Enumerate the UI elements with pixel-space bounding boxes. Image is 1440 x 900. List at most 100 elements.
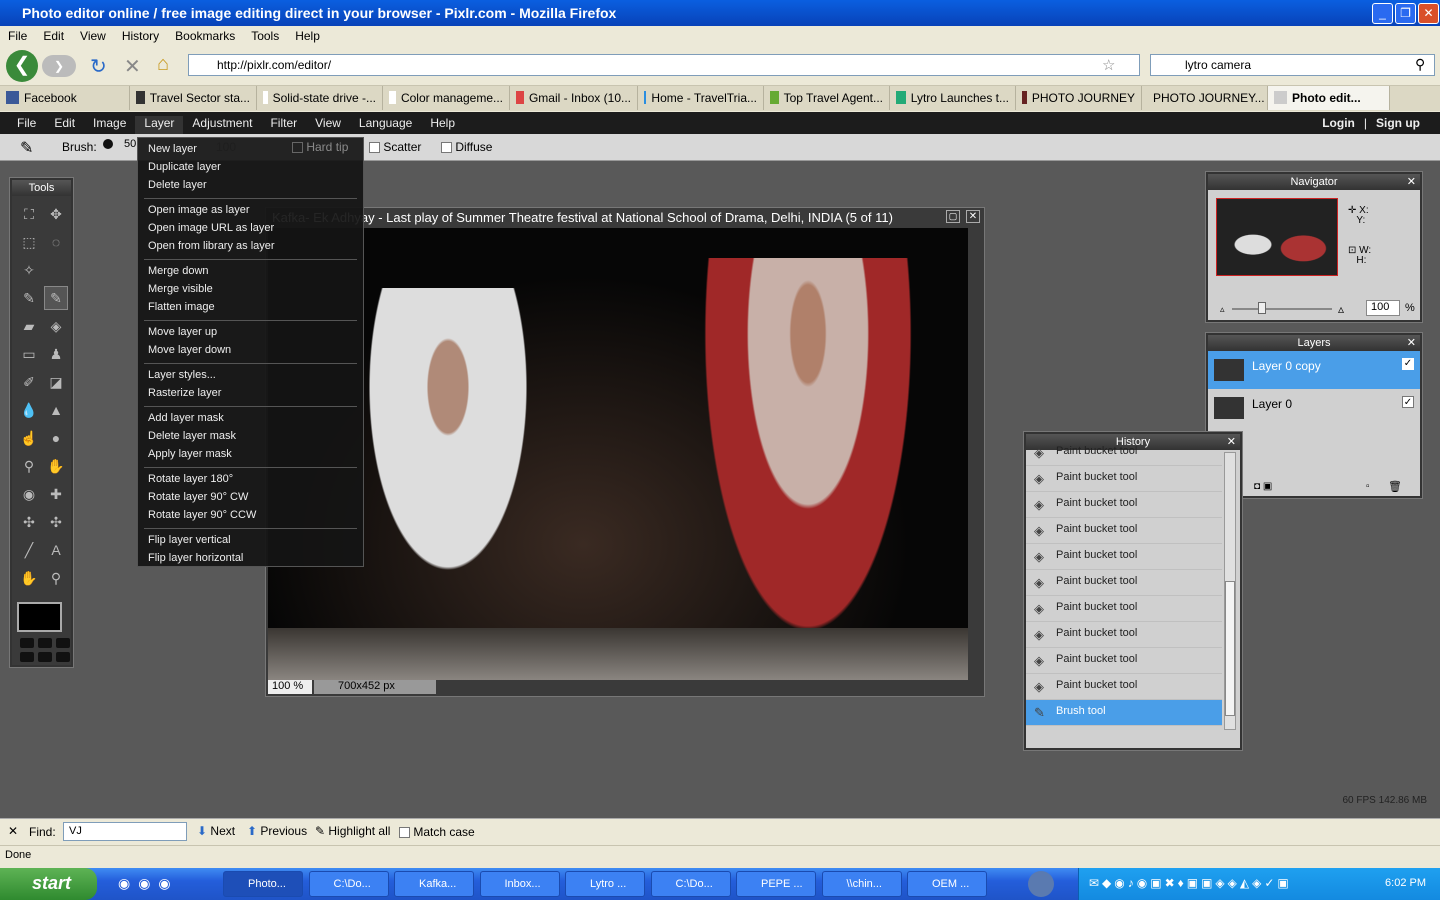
close-find-icon[interactable]: ✕ <box>8 824 18 838</box>
zoom-slider[interactable] <box>1232 308 1332 310</box>
gradient-tool-icon[interactable]: ▭ <box>17 342 41 366</box>
layer-menu-item[interactable]: Delete layer mask <box>138 428 363 446</box>
taskbar-button[interactable]: Kafka... <box>394 871 474 897</box>
zoom-readout[interactable]: 100 % <box>268 680 312 694</box>
diffuse-checkbox[interactable]: Diffuse <box>441 140 492 154</box>
paint-bucket-tool-icon[interactable]: ◈ <box>44 314 68 338</box>
pixlr-menu-language[interactable]: Language <box>350 116 421 134</box>
marquee-tool-icon[interactable]: ⬚ <box>17 230 41 254</box>
browser-tab[interactable]: Home - TravelTria... <box>638 86 764 110</box>
layer-menu-item[interactable]: Move layer down <box>138 342 363 360</box>
browser-tab[interactable]: Top Travel Agent... <box>764 86 890 110</box>
history-item[interactable]: ◈ Paint bucket tool <box>1026 648 1222 674</box>
search-icon[interactable]: ⚲ <box>1415 56 1425 73</box>
url-bar[interactable]: http://pixlr.com/editor/ <box>188 54 1140 76</box>
color-replace-tool-icon[interactable]: ✐ <box>17 370 41 394</box>
stop-icon[interactable]: ✕ <box>124 54 141 79</box>
layer-menu-item[interactable]: Flip layer vertical <box>138 532 363 550</box>
taskbar-button[interactable]: OEM ... <box>907 871 987 897</box>
find-next-button[interactable]: ⬇ Next <box>197 824 235 838</box>
zoom-tool-icon[interactable]: ⚲ <box>44 566 68 590</box>
magic-wand-tool-icon[interactable]: ✧ <box>17 258 41 282</box>
layer-menu-item[interactable]: Merge down <box>138 263 363 281</box>
view-icon[interactable] <box>56 638 70 648</box>
move-tool-icon[interactable]: ✥ <box>44 202 68 226</box>
history-item[interactable]: ◈ Paint bucket tool <box>1026 544 1222 570</box>
layer-menu-item[interactable]: Rotate layer 180° <box>138 471 363 489</box>
match-case-checkbox[interactable]: Match case <box>399 825 475 839</box>
pixlr-menu-file[interactable]: File <box>8 116 45 134</box>
history-item[interactable]: ◈ Paint bucket tool <box>1026 440 1222 466</box>
quick-launch-icons[interactable]: ◉◉◉ <box>118 875 179 892</box>
menu-view[interactable]: View <box>80 29 106 43</box>
bookmark-star-icon[interactable]: ☆ <box>1102 56 1115 74</box>
layer-row[interactable]: Layer 0 ✓ <box>1208 389 1420 427</box>
dodge-tool-icon[interactable]: ⚲ <box>17 454 41 478</box>
browser-tab[interactable]: Gmail - Inbox (10... <box>510 86 638 110</box>
reload-icon[interactable]: ↻ <box>90 54 107 79</box>
menu-tools[interactable]: Tools <box>251 29 279 43</box>
find-previous-button[interactable]: ⬆ Previous <box>247 824 307 838</box>
history-item[interactable]: ◈ Paint bucket tool <box>1026 518 1222 544</box>
taskbar-button[interactable]: Lytro ... <box>565 871 645 897</box>
new-layer-icon[interactable]: ▫ <box>1366 481 1370 492</box>
history-scrollbar[interactable] <box>1224 452 1236 730</box>
layer-menu-item[interactable]: Flip layer horizontal <box>138 550 363 568</box>
zoom-input[interactable]: 100 <box>1366 300 1400 316</box>
view-icon[interactable] <box>38 652 52 662</box>
layer-row[interactable]: Layer 0 copy ✓ <box>1208 351 1420 389</box>
zoom-slider-handle[interactable] <box>1258 302 1266 314</box>
taskbar-button[interactable]: Photo... <box>223 871 303 897</box>
maximize-image-button[interactable]: ▢ <box>946 210 960 223</box>
pixlr-menu-image[interactable]: Image <box>84 116 135 134</box>
taskbar-button[interactable]: C:\Do... <box>650 871 731 897</box>
browser-tab[interactable]: Lytro Launches t... <box>890 86 1016 110</box>
tray-icons[interactable]: ✉◆◉♪◉▣✖♦▣▣◈◈◭◈✓▣ <box>1089 876 1292 890</box>
layer-menu-item[interactable]: Rotate layer 90° CW <box>138 489 363 507</box>
history-item[interactable]: ◈ Paint bucket tool <box>1026 492 1222 518</box>
brush-preview[interactable] <box>103 139 113 149</box>
clone-stamp-tool-icon[interactable]: ♟ <box>44 342 68 366</box>
menu-history[interactable]: History <box>122 29 159 43</box>
color-picker-tool-icon[interactable]: ╱ <box>17 538 41 562</box>
layer-menu-item[interactable]: Merge visible <box>138 281 363 299</box>
brush-tool-icon[interactable]: ✎ <box>44 286 68 310</box>
layer-menu-item[interactable]: Delete layer <box>138 177 363 195</box>
minimize-button[interactable]: _ <box>1372 3 1393 24</box>
drawing-tool-icon[interactable]: ◪ <box>44 370 68 394</box>
browser-tab[interactable]: Travel Sector sta... <box>130 86 257 110</box>
browser-tab[interactable]: PHOTO JOURNEY... <box>1142 86 1268 110</box>
close-window-button[interactable]: ✕ <box>1418 3 1439 24</box>
close-image-button[interactable]: ✕ <box>966 210 980 223</box>
layer-menu-item[interactable]: Rasterize layer <box>138 385 363 403</box>
delete-layer-icon[interactable]: 🗑 <box>1388 480 1402 493</box>
browser-tab[interactable]: Facebook <box>0 86 130 110</box>
search-input[interactable]: lytro camera <box>1150 54 1435 76</box>
layer-menu-item[interactable]: Apply layer mask <box>138 446 363 464</box>
pixlr-menu-help[interactable]: Help <box>421 116 464 134</box>
history-item[interactable]: ◈ Paint bucket tool <box>1026 674 1222 700</box>
signup-link[interactable]: Sign up <box>1367 116 1440 134</box>
brush-size[interactable]: 50 <box>124 138 136 150</box>
menu-help[interactable]: Help <box>295 29 320 43</box>
crop-tool-icon[interactable]: ⛶ <box>17 202 41 226</box>
history-item[interactable]: ◈ Paint bucket tool <box>1026 570 1222 596</box>
type-tool-icon[interactable]: A <box>44 538 68 562</box>
layer-menu-item[interactable]: Layer styles... <box>138 367 363 385</box>
taskbar-button[interactable]: \\chin... <box>821 871 902 897</box>
color-swatch[interactable] <box>17 602 62 632</box>
layer-visibility-checkbox[interactable]: ✓ <box>1402 358 1414 370</box>
taskbar-button[interactable]: Inbox... <box>479 871 560 897</box>
close-navigator-icon[interactable]: ✕ <box>1407 174 1416 190</box>
view-icon[interactable] <box>20 652 34 662</box>
sharpen-tool-icon[interactable]: ▲ <box>44 398 68 422</box>
scatter-checkbox[interactable]: Scatter <box>369 140 421 154</box>
zoom-out-icon[interactable]: ▵ <box>1220 304 1225 315</box>
history-item[interactable]: ◈ Paint bucket tool <box>1026 622 1222 648</box>
hard-tip-checkbox[interactable]: Hard tip <box>292 140 348 154</box>
menu-file[interactable]: File <box>8 29 27 43</box>
lasso-tool-icon[interactable]: ◌ <box>44 230 68 254</box>
close-history-icon[interactable]: ✕ <box>1227 434 1236 450</box>
browser-tab[interactable]: Solid-state drive -... <box>257 86 383 110</box>
home-icon[interactable]: ⌂ <box>157 53 169 76</box>
